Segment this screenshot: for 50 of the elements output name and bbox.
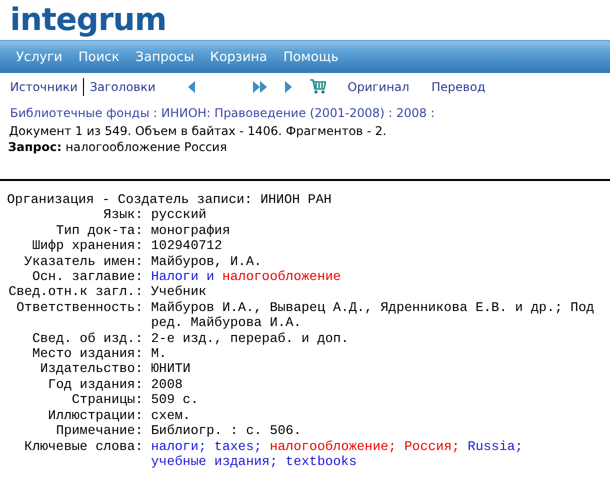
- field-value: ЮНИТИ: [151, 361, 191, 376]
- fast-forward-icon[interactable]: [252, 80, 267, 92]
- field-value: Библиогр. : с. 506.: [151, 423, 302, 438]
- query-text: налогообложение Россия: [66, 140, 227, 154]
- field-label: Осн. заглавие:: [31, 269, 143, 284]
- previous-arrow-icon[interactable]: [188, 80, 195, 92]
- field-label: Указатель имен:: [23, 254, 143, 270]
- toolbar-link[interactable]: Перевод: [431, 80, 486, 94]
- term-link[interactable]: учебные издания; textbooks: [151, 454, 357, 469]
- document-info: Документ 1 из 549. Объем в байтах - 1406. Фрагментов - 2.: [8, 123, 388, 140]
- field-value: М.: [151, 346, 167, 362]
- toolbar-link[interactable]: Оригинал: [348, 80, 410, 94]
- field-label: Ответственность:: [15, 300, 143, 317]
- field-label: Ключевые слова:: [23, 438, 143, 456]
- field-value: Майбуров И.А., Выварец А.Д., Ядренникова Е.В. и др.; Под: [151, 300, 594, 315]
- term-link[interactable]: Налоги и: [151, 269, 222, 284]
- field-value: 2-е изд., перераб. и доп.: [151, 330, 349, 346]
- cart-icon[interactable]: [310, 79, 326, 94]
- toolbar-link[interactable]: Заголовки: [90, 80, 156, 94]
- field-label: Страницы:: [70, 392, 143, 408]
- field-label: Издательство:: [39, 361, 143, 377]
- field-value: русский: [151, 207, 206, 222]
- field-value: 509 с.: [151, 392, 198, 408]
- next-arrow-icon[interactable]: [284, 80, 292, 92]
- field-label: Тип док-та:: [54, 222, 143, 238]
- toolbar-link[interactable]: Источники: [10, 80, 78, 94]
- breadcrumb-link[interactable]: Библиотечные фонды : ИНИОН: Правоведение (2001-2008) : 2008 :: [8, 104, 602, 122]
- logo[interactable]: integrum: [10, 2, 166, 38]
- field-value: монография: [151, 222, 230, 238]
- field-value: Майбуров, И.А.: [151, 254, 262, 269]
- field-value: ред. Майбурова И.А.: [151, 315, 302, 330]
- field-value: схем.: [151, 408, 191, 423]
- field-label: Свед. об изд.:: [31, 330, 143, 346]
- query-label: Запрос:: [8, 140, 62, 154]
- field-value: 2008: [151, 376, 183, 392]
- field-value: ИНИОН РАН: [260, 192, 332, 207]
- field-value: 102940712: [151, 238, 222, 254]
- field-value: Учебник: [151, 284, 206, 300]
- field-label: Язык:: [102, 207, 143, 223]
- highlighted-term: налогообложение; Россия;: [270, 438, 460, 454]
- highlighted-term: налогообложение: [222, 269, 341, 284]
- field-label: Год издания:: [47, 376, 143, 392]
- field-label: Свед.отн.к загл.:: [7, 284, 143, 300]
- field-label: Место издания:: [31, 346, 143, 362]
- term-link[interactable]: Russia;: [460, 438, 523, 454]
- field-label: Организация - Создатель записи:: [7, 192, 252, 208]
- term-link[interactable]: налоги; taxes;: [151, 438, 270, 454]
- field-label: Шифр хранения:: [31, 238, 143, 254]
- field-label: Иллюстрации:: [47, 408, 143, 424]
- field-label: Примечание:: [54, 423, 143, 438]
